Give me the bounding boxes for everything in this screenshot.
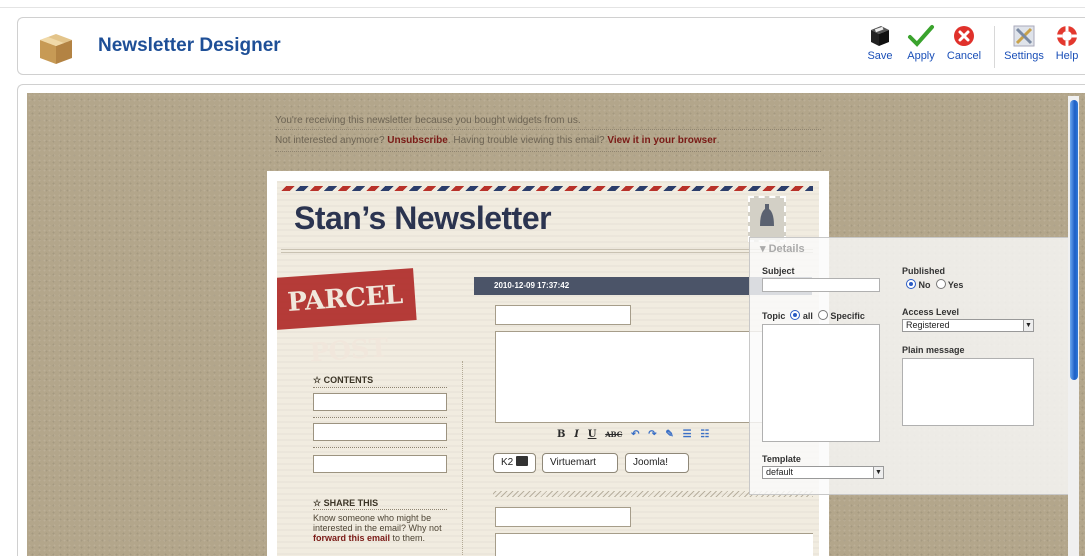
clean-format-icon[interactable]: ✎ [665, 429, 673, 440]
share-text: Know someone who might be interested in … [313, 513, 442, 543]
view-in-browser-link[interactable]: View it in your browser [607, 135, 716, 146]
joomla-insert-button[interactable]: Joomla! [625, 453, 689, 473]
parcel-post-stamp: PARCEL POST [277, 268, 417, 369]
underline-button[interactable]: U [588, 429, 597, 440]
help-button[interactable]: Help [1050, 24, 1084, 72]
topic-field: Topic all Specific [762, 310, 865, 321]
article-title-input[interactable] [495, 305, 631, 325]
preheader-line-2: Not interested anymore? Unsubscribe. Hav… [275, 135, 720, 146]
unsubscribe-link[interactable]: Unsubscribe [387, 135, 448, 146]
top-divider [0, 0, 1085, 8]
subject-label: Subject [762, 266, 795, 276]
published-no-radio[interactable] [906, 279, 916, 289]
liberty-bell-stamp-icon [748, 196, 786, 242]
access-level-label: Access Level [902, 307, 960, 317]
save-button[interactable]: Save [860, 24, 900, 72]
template-select[interactable]: default ▼ [762, 466, 884, 479]
newsletter-title[interactable]: Stan’s Newsletter [294, 200, 552, 237]
preheader-rule [275, 129, 821, 130]
numbered-list-icon[interactable]: ☷ [700, 429, 709, 440]
design-canvas: You're receiving this newsletter because… [27, 93, 1085, 556]
editor-toolbar: B I U ABC ↶ ↷ ✎ ☰ ☷ [557, 429, 715, 440]
lifebuoy-icon [1057, 26, 1077, 46]
subject-input[interactable] [762, 278, 880, 292]
strikethrough-button[interactable]: ABC [605, 430, 622, 439]
preheader-line-1: You're receiving this newsletter because… [275, 115, 581, 126]
article-2-body-editor[interactable] [495, 533, 813, 556]
k2-insert-button[interactable]: K2 [493, 453, 537, 473]
toolbar-separator [994, 26, 995, 68]
forward-email-link[interactable]: forward this email [313, 533, 390, 543]
apply-button[interactable]: Apply [901, 24, 941, 72]
contents-heading: ☆ CONTENTS [313, 375, 374, 385]
header-rule [281, 249, 813, 253]
image-icon [516, 456, 529, 466]
article-2-title-input[interactable] [495, 507, 631, 527]
published-field: No Yes [906, 279, 963, 290]
published-yes-radio[interactable] [935, 279, 946, 289]
contents-rule [313, 387, 447, 388]
redo-icon[interactable]: ↷ [648, 429, 656, 440]
share-rule [313, 509, 447, 510]
italic-button[interactable]: I [574, 429, 579, 440]
contents-rule [313, 417, 447, 418]
chevron-down-icon: ▼ [1023, 320, 1033, 331]
settings-button[interactable]: Settings [1001, 24, 1047, 72]
plain-message-textarea[interactable] [902, 358, 1034, 426]
published-label: Published [902, 266, 946, 276]
template-label: Template [762, 454, 801, 464]
share-heading: ☆ SHARE THIS [313, 498, 379, 508]
settings-icon [1013, 25, 1035, 47]
cancel-icon [954, 26, 974, 46]
chevron-down-icon: ▼ [873, 467, 883, 478]
topic-specific-radio[interactable] [817, 310, 828, 320]
page-title: Newsletter Designer [98, 35, 281, 56]
topic-all-radio[interactable] [790, 310, 801, 320]
contents-field-2[interactable] [313, 423, 447, 441]
topic-list[interactable] [762, 324, 880, 442]
access-level-select[interactable]: Registered ▼ [902, 319, 1034, 332]
checkmark-icon [908, 25, 934, 47]
contents-field-3[interactable] [313, 455, 447, 473]
airmail-border [281, 186, 813, 191]
column-divider [462, 361, 463, 556]
undo-icon[interactable]: ↶ [631, 429, 639, 440]
bold-button[interactable]: B [557, 429, 565, 440]
cancel-button[interactable]: Cancel [944, 24, 984, 72]
header-toolbar: Newsletter Designer Save Apply Cancel Se… [17, 17, 1085, 75]
disk-icon [871, 26, 889, 46]
bullet-list-icon[interactable]: ☰ [683, 429, 692, 440]
virtuemart-insert-button[interactable]: Virtuemart [542, 453, 618, 473]
contents-rule [313, 447, 447, 448]
scrollbar-thumb[interactable] [1070, 100, 1078, 380]
package-icon [36, 28, 76, 66]
contents-field-1[interactable] [313, 393, 447, 411]
details-toggle[interactable]: ▾ Details [760, 242, 805, 255]
newsletter-paper: Stan’s Newsletter PARCEL POST ☆ CONTENTS… [267, 171, 829, 556]
plain-message-label: Plain message [902, 345, 965, 355]
details-panel: ▾ Details Subject Topic all Specific Tem… [749, 237, 1074, 495]
preheader-rule [275, 151, 821, 152]
newsletter-body: Stan’s Newsletter PARCEL POST ☆ CONTENTS… [277, 181, 819, 556]
